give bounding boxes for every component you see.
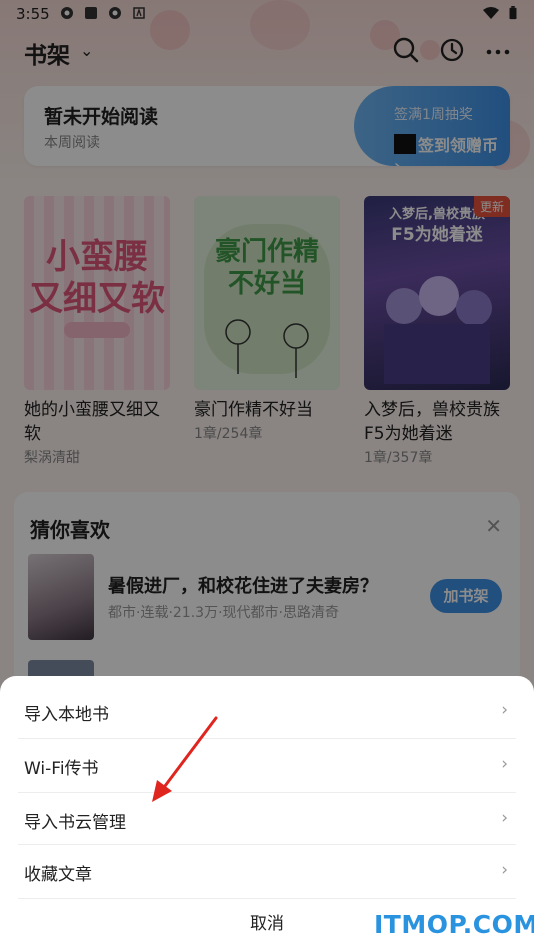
option-label: Wi-Fi传书 <box>24 759 99 779</box>
option-label: 收藏文章 <box>24 865 92 885</box>
option-import-cloud-manage[interactable]: 导入书云管理 › <box>0 794 534 846</box>
option-label: 导入书云管理 <box>24 813 126 833</box>
divider <box>18 792 516 793</box>
divider <box>18 738 516 739</box>
divider <box>18 898 516 899</box>
watermark-logo: ITMOP.COM <box>374 910 534 939</box>
option-saved-articles[interactable]: 收藏文章 › <box>0 846 534 898</box>
option-label: 导入本地书 <box>24 705 109 725</box>
chevron-right-icon: › <box>501 754 508 774</box>
divider <box>18 844 516 845</box>
chevron-right-icon: › <box>501 700 508 720</box>
chevron-right-icon: › <box>501 860 508 880</box>
option-import-local-book[interactable]: 导入本地书 › <box>0 686 534 738</box>
option-wifi-transfer[interactable]: Wi-Fi传书 › <box>0 740 534 792</box>
import-bottom-sheet: 导入本地书 › Wi-Fi传书 › 导入书云管理 › 收藏文章 › 取消 <box>0 676 534 950</box>
chevron-right-icon: › <box>501 808 508 828</box>
